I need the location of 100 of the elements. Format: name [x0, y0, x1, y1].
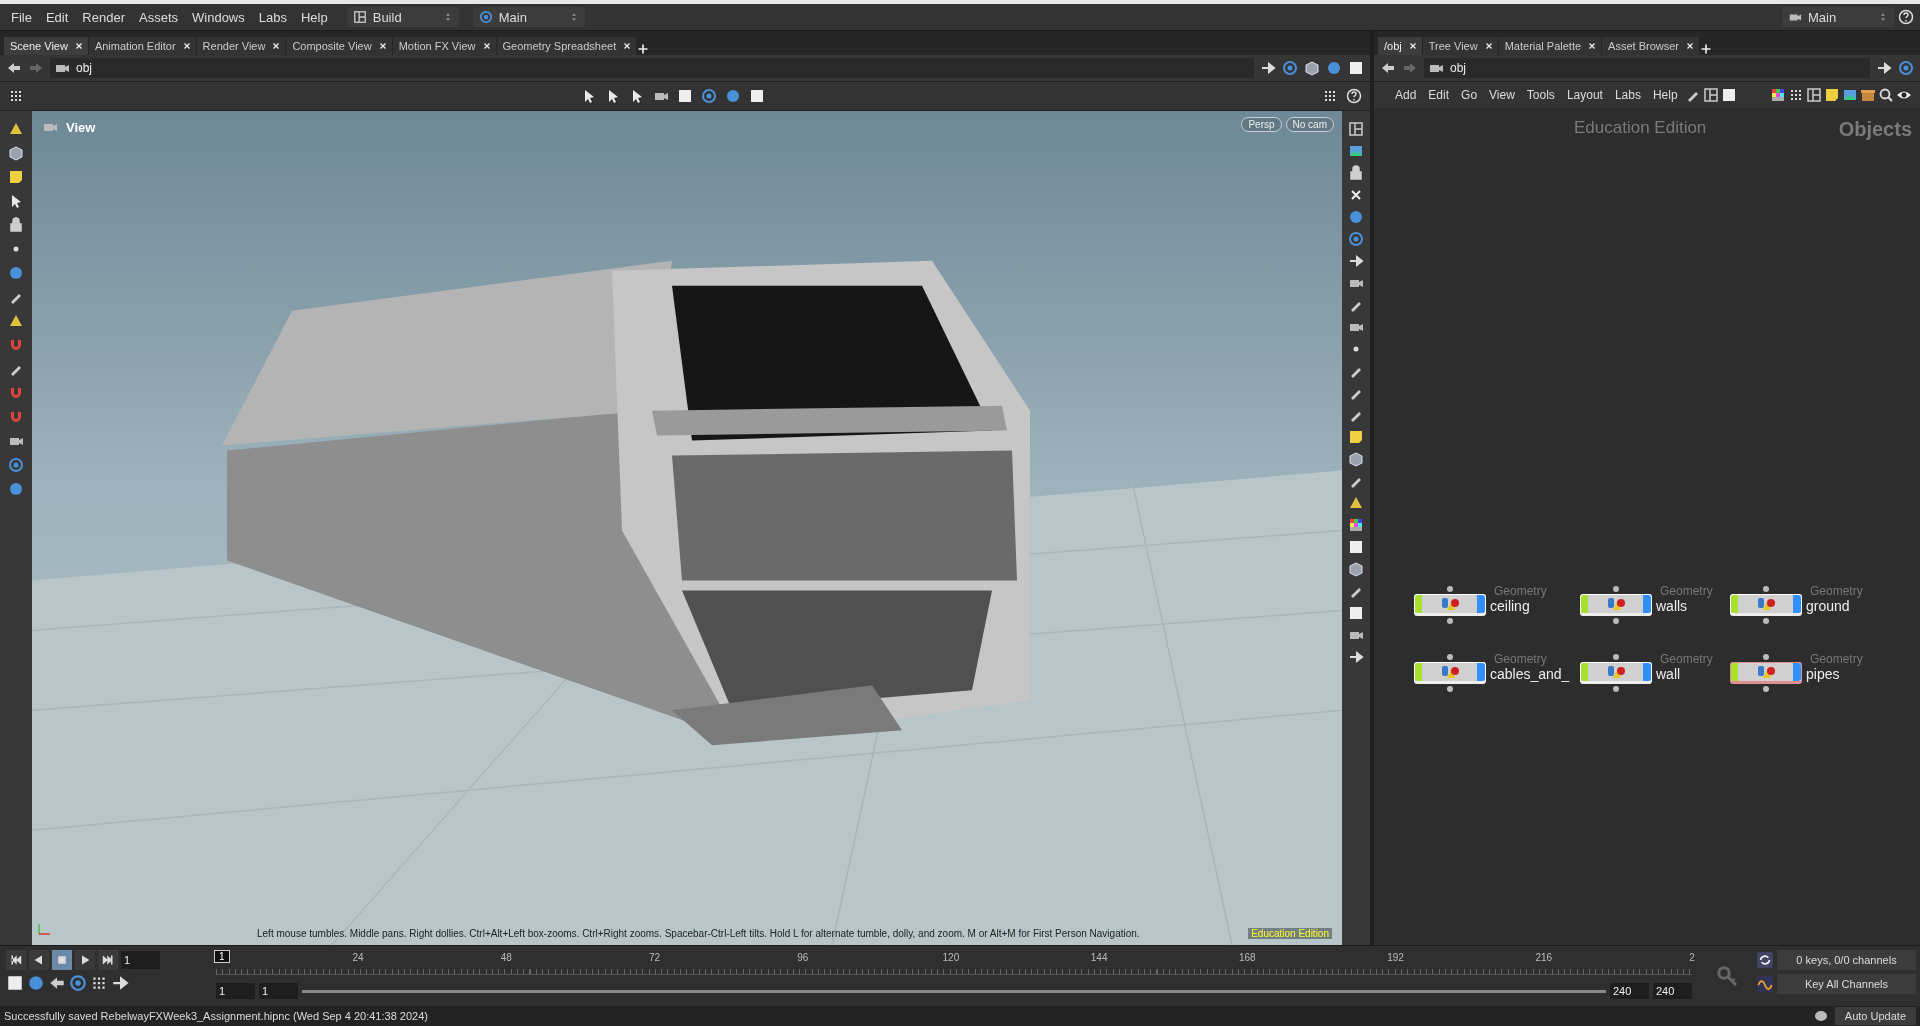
pane-tab[interactable]: Scene View	[4, 37, 88, 55]
connector-dot[interactable]	[1763, 586, 1769, 592]
end-frame-field[interactable]: 240	[1653, 983, 1692, 999]
desktop-dropdown[interactable]: Build	[346, 7, 459, 27]
menu-item[interactable]: Labs	[1609, 86, 1646, 104]
refresh-icon[interactable]	[1756, 951, 1774, 969]
pane-tab[interactable]: Geometry Spreadsheet	[496, 37, 637, 55]
back-arrow-icon[interactable]	[6, 60, 22, 76]
pane-tab[interactable]: Asset Browser	[1602, 37, 1700, 55]
pane-tab[interactable]: /obj	[1378, 37, 1422, 55]
search-icon[interactable]	[1878, 87, 1894, 103]
start-frame-field[interactable]: 1	[259, 983, 298, 999]
play-button[interactable]	[75, 950, 95, 970]
square-icon[interactable]	[6, 974, 24, 992]
grid-icon[interactable]	[1788, 87, 1804, 103]
layout-icon[interactable]	[1348, 121, 1364, 137]
end-frame-field[interactable]: 240	[1610, 983, 1649, 999]
target-icon[interactable]	[1348, 231, 1364, 247]
wave-icon[interactable]	[1756, 975, 1774, 993]
pyramid-icon[interactable]	[8, 121, 24, 137]
layout-icon[interactable]	[1702, 87, 1719, 103]
menu-item[interactable]: Edit	[1423, 86, 1455, 104]
help-icon[interactable]	[1898, 9, 1914, 25]
target-icon[interactable]	[701, 88, 717, 104]
cube-icon[interactable]	[8, 145, 24, 161]
pane-tab[interactable]: Material Palette	[1498, 37, 1602, 55]
close-icon[interactable]	[1685, 41, 1696, 51]
close-icon[interactable]	[271, 41, 282, 51]
frame-field[interactable]: 1	[121, 951, 160, 969]
connector-dot[interactable]	[1447, 654, 1453, 660]
target-icon[interactable]	[1282, 60, 1298, 76]
sphere-icon[interactable]	[8, 265, 24, 281]
menu-item[interactable]: Help	[1647, 86, 1683, 104]
pane-tab[interactable]: Animation Editor	[88, 37, 196, 55]
connector-dot[interactable]	[1447, 686, 1453, 692]
path-field[interactable]: obj	[1424, 58, 1870, 78]
camera-menu-button[interactable]: Persp	[1241, 117, 1282, 132]
play-backward-button[interactable]	[29, 950, 49, 970]
layout-icon[interactable]	[1806, 87, 1822, 103]
image-icon[interactable]	[1842, 87, 1858, 103]
menu-item[interactable]: Windows	[187, 7, 250, 27]
add-tab-icon[interactable]	[637, 43, 650, 55]
context-dropdown[interactable]: Main	[1782, 7, 1894, 27]
note-icon[interactable]	[1824, 87, 1840, 103]
last-frame-button[interactable]	[98, 950, 118, 970]
menu-item[interactable]: Edit	[40, 7, 74, 27]
lock-icon[interactable]	[8, 217, 24, 233]
menu-item[interactable]: Layout	[1561, 86, 1608, 104]
box-icon[interactable]	[1860, 87, 1876, 103]
connector-dot[interactable]	[1763, 654, 1769, 660]
geometry-node[interactable]	[1730, 662, 1802, 684]
menu-item[interactable]: Go	[1456, 86, 1483, 104]
magnet-icon[interactable]	[8, 409, 24, 425]
image-icon[interactable]	[1348, 143, 1364, 159]
close-icon[interactable]	[73, 41, 84, 51]
connector-dot[interactable]	[1447, 618, 1453, 624]
magnet-icon[interactable]	[8, 337, 24, 353]
connector-dot[interactable]	[1447, 586, 1453, 592]
cube-icon[interactable]	[1304, 60, 1320, 76]
palette-icon[interactable]	[1770, 87, 1786, 103]
sphere-icon[interactable]	[8, 481, 24, 497]
target-icon[interactable]	[8, 457, 24, 473]
grid-icon[interactable]	[90, 974, 108, 992]
square-icon[interactable]	[1348, 539, 1364, 555]
grid-icon[interactable]	[8, 88, 24, 104]
keys-button[interactable]: 0 keys, 0/0 channels	[1777, 950, 1916, 970]
sphere-icon[interactable]	[1326, 60, 1342, 76]
menu-item[interactable]: View	[1484, 86, 1520, 104]
pyramid-icon[interactable]	[8, 313, 24, 329]
pyramid-icon[interactable]	[1348, 495, 1364, 511]
square-icon[interactable]	[1348, 60, 1364, 76]
menu-item[interactable]: Tools	[1521, 86, 1560, 104]
lock-icon[interactable]	[1348, 165, 1364, 181]
sphere-icon[interactable]	[1348, 209, 1364, 225]
update-mode-button[interactable]: Auto Update	[1834, 1007, 1916, 1025]
square-icon[interactable]	[677, 88, 693, 104]
path-field[interactable]: obj	[50, 58, 1254, 78]
pane-tab[interactable]: Motion FX View	[392, 37, 496, 55]
close-icon[interactable]	[1483, 41, 1494, 51]
menu-item[interactable]: Assets	[134, 7, 183, 27]
close-icon[interactable]	[1407, 41, 1418, 51]
target-icon[interactable]	[69, 974, 87, 992]
square-icon[interactable]	[749, 88, 765, 104]
connector-dot[interactable]	[1613, 618, 1619, 624]
first-frame-button[interactable]	[6, 950, 26, 970]
connector-dot[interactable]	[1613, 686, 1619, 692]
target-icon[interactable]	[1898, 60, 1914, 76]
menu-item[interactable]: Help	[295, 7, 333, 27]
help-icon[interactable]	[1346, 88, 1362, 104]
menu-item[interactable]: Labs	[253, 7, 292, 27]
back-arrow-icon[interactable]	[1380, 60, 1396, 76]
palette-icon[interactable]	[1348, 517, 1364, 533]
square-icon[interactable]	[1348, 605, 1364, 621]
note-icon[interactable]	[1348, 429, 1364, 445]
close-icon[interactable]	[181, 41, 192, 51]
menu-item[interactable]: File	[6, 7, 37, 27]
key-mode-dropdown[interactable]: Key All Channels	[1777, 974, 1916, 994]
context-dropdown[interactable]: Main	[472, 7, 585, 27]
cube-icon[interactable]	[1348, 561, 1364, 577]
range-slider[interactable]	[302, 989, 1606, 993]
